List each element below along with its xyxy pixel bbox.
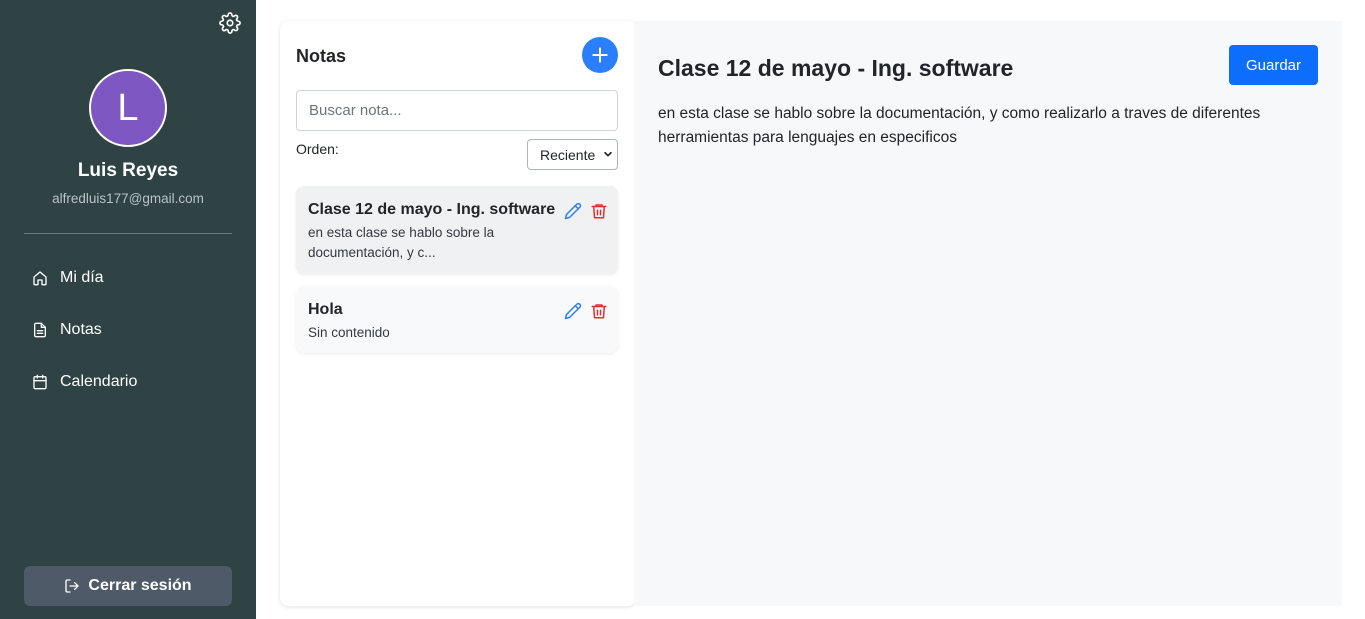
- notes-panel: Notas Orden: Reciente Clase 12 de mayo -…: [280, 21, 636, 606]
- user-name: Luis Reyes: [77, 160, 179, 181]
- trash-icon[interactable]: [590, 302, 608, 320]
- trash-icon[interactable]: [590, 202, 608, 220]
- file-icon: [34, 322, 46, 338]
- order-select[interactable]: Reciente: [527, 139, 618, 170]
- note-preview: Sin contenido: [308, 325, 390, 340]
- sidebar-item-notas[interactable]: Notas: [24, 310, 232, 350]
- note-editor: Clase 12 de mayo - Ing. software Guardar…: [634, 21, 1342, 606]
- note-preview: en esta clase se hablo sobre la document…: [308, 225, 495, 260]
- edit-pencil-icon[interactable]: [564, 302, 582, 320]
- avatar: L: [89, 69, 167, 147]
- editor-body[interactable]: en esta clase se hablo sobre la document…: [658, 102, 1298, 150]
- sidebar-nav: Mi día Notas Calendario: [24, 258, 232, 414]
- plus-icon: [592, 47, 608, 63]
- order-label: Orden:: [296, 141, 339, 157]
- user-email: alfredluis177@gmail.com: [52, 191, 204, 206]
- chevron-down-icon: [604, 151, 612, 157]
- note-title: Hola: [308, 301, 343, 318]
- sidebar-item-calendario[interactable]: Calendario: [24, 362, 232, 402]
- note-actions: [564, 202, 608, 220]
- add-note-button[interactable]: [582, 37, 618, 73]
- note-actions: [564, 302, 608, 320]
- sidebar-item-label: Mi día: [60, 269, 104, 286]
- notes-title: Notas: [296, 46, 347, 66]
- calendar-icon: [33, 374, 47, 390]
- sidebar: L Luis Reyes alfredluis177@gmail.com Mi …: [0, 0, 256, 619]
- logout-icon: [65, 579, 80, 593]
- save-button[interactable]: Guardar: [1229, 45, 1318, 85]
- sidebar-divider: [24, 233, 232, 234]
- edit-pencil-icon[interactable]: [564, 202, 582, 220]
- note-title: Clase 12 de mayo - Ing. software: [308, 201, 556, 218]
- editor-title[interactable]: Clase 12 de mayo - Ing. software: [658, 55, 1013, 82]
- sidebar-item-mi-dia[interactable]: Mi día: [24, 258, 232, 298]
- gear-icon[interactable]: [219, 12, 241, 34]
- home-icon: [33, 271, 47, 286]
- logout-label: Cerrar sesión: [88, 577, 192, 594]
- note-card[interactable]: Clase 12 de mayo - Ing. software en esta…: [296, 186, 618, 274]
- note-card[interactable]: Hola Sin contenido: [296, 286, 618, 353]
- search-input[interactable]: [296, 90, 618, 131]
- sidebar-item-label: Calendario: [60, 373, 138, 390]
- sidebar-item-label: Notas: [60, 321, 102, 338]
- logout-button[interactable]: Cerrar sesión: [24, 566, 232, 606]
- order-select-value: Reciente: [540, 146, 596, 163]
